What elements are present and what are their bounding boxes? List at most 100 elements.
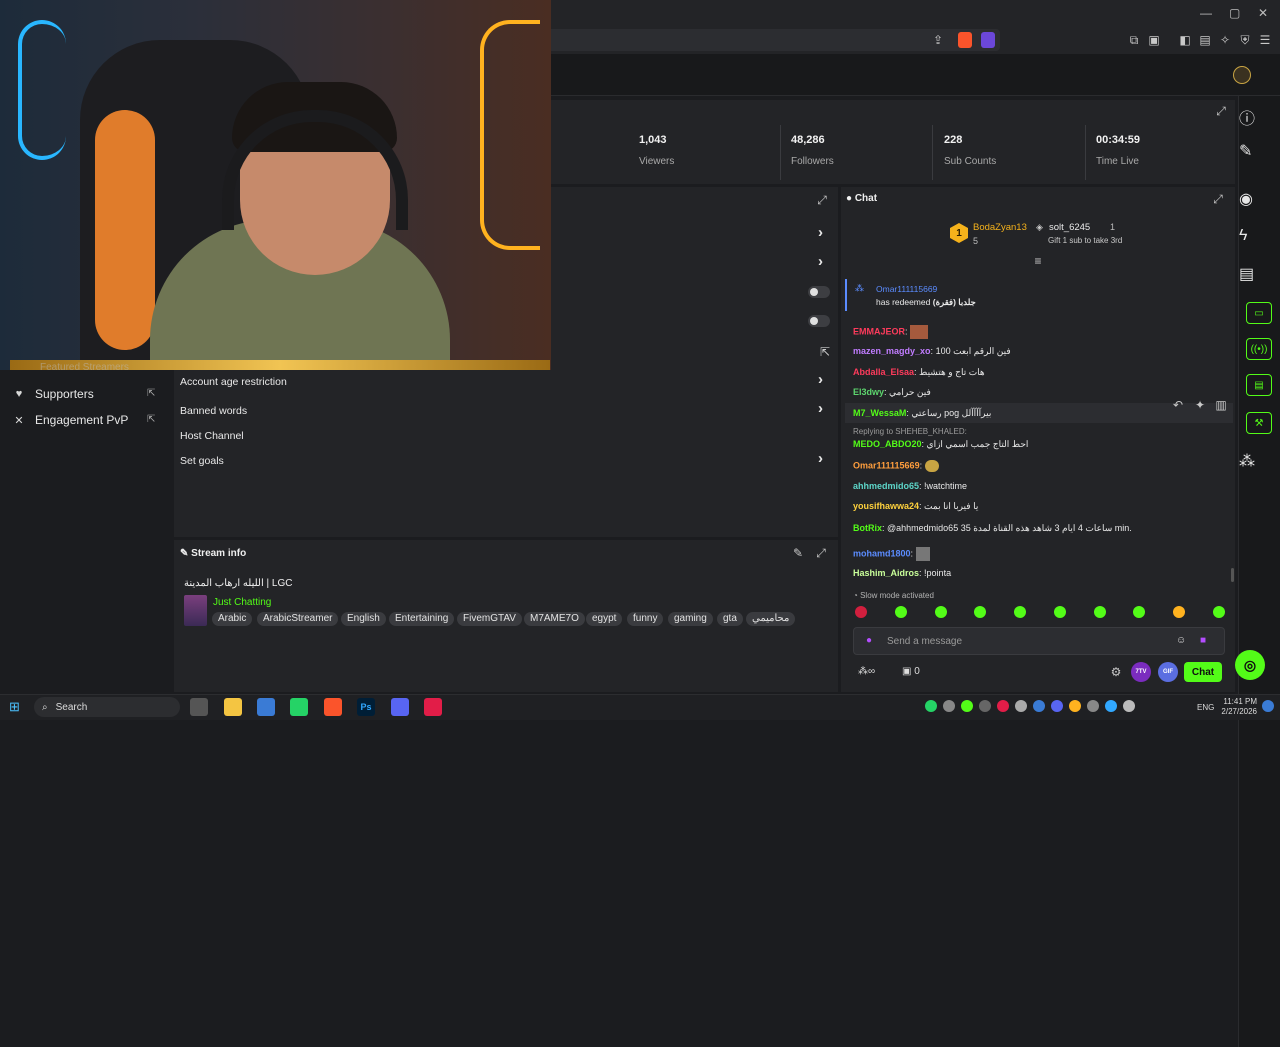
file-explorer-icon[interactable] [224,698,242,716]
tag-chip[interactable]: gta [717,612,743,626]
chevron-right-icon[interactable]: › [818,253,823,270]
delete-icon[interactable]: ▥ [1213,398,1229,412]
gif-button[interactable]: GIF [1158,662,1178,682]
setting-toggle[interactable] [808,315,830,327]
tray-icon[interactable] [1069,700,1081,712]
notification-icon[interactable] [1262,700,1274,712]
emote[interactable] [1053,606,1066,618]
tray-icon[interactable] [997,700,1009,712]
chevron-right-icon[interactable]: › [818,400,823,417]
tray-icon[interactable] [1015,700,1027,712]
tray-icon[interactable] [979,700,991,712]
tag-chip[interactable]: funny [627,612,664,626]
7tv-button[interactable]: 7TV [1131,662,1151,682]
redeem-user[interactable]: Omar111115669 [876,284,937,294]
popout-icon[interactable]: ⇱ [147,414,155,425]
brave-rewards-icon[interactable] [981,32,995,48]
avatar[interactable] [1233,66,1251,84]
expand-icon[interactable]: ⤢ [815,546,827,560]
windows-start-icon[interactable]: ⊞ [9,699,23,714]
send-chat-button[interactable]: Chat [1184,662,1222,682]
external-link-icon[interactable]: ⇱ [818,345,832,359]
tray-icon[interactable] [961,700,973,712]
leo-ai-icon[interactable]: ✧ [1218,33,1232,47]
language-indicator[interactable]: ENG [1197,703,1214,712]
photoshop-icon[interactable]: Ps [357,698,375,716]
wrench-icon[interactable]: ⚒ [1246,412,1272,434]
expand-icon[interactable]: ⤢ [815,193,829,207]
tray-icon[interactable] [1105,700,1117,712]
tray-icon[interactable] [925,700,937,712]
leaderboard-second-name[interactable]: solt_6245 [1049,222,1090,233]
channel-points[interactable]: ▣ 0 [902,666,920,677]
tray-icon[interactable] [1123,700,1135,712]
setting-banned-words[interactable]: Banned words [180,405,247,417]
tag-chip[interactable]: English [341,612,386,626]
gift-sub-prompt[interactable]: Gift 1 sub to take 3rd [1048,236,1122,245]
edit-icon[interactable]: ✎ [792,546,804,560]
expand-icon[interactable]: ⤢ [1213,104,1229,118]
share-icon[interactable]: ⇪ [931,33,945,47]
emote[interactable] [1014,606,1027,618]
chat-scrollbar[interactable] [1231,568,1234,582]
app-icon[interactable] [424,698,442,716]
emote[interactable] [974,606,987,618]
close-button[interactable]: ✕ [1258,6,1268,20]
vpn-icon[interactable]: ⛨ [1238,33,1252,47]
dashboard-icon[interactable]: ▤ [1246,374,1272,396]
microphone-icon[interactable]: ● [866,635,872,646]
discord-icon[interactable] [391,698,409,716]
setting-host-channel[interactable]: Host Channel [180,430,244,442]
share-nodes-icon[interactable]: ⁂ [1238,451,1280,1047]
popout-icon[interactable]: ⇱ [147,388,155,399]
chevron-right-icon[interactable]: › [818,450,823,467]
emote[interactable] [894,606,907,618]
tray-icon[interactable] [1087,700,1099,712]
emote[interactable] [1133,606,1146,618]
wallet-icon[interactable]: ▤ [1198,33,1212,47]
sidebar-toggle-icon[interactable]: ◧ [1178,33,1192,47]
category-thumbnail[interactable] [184,595,207,626]
reply-reference[interactable]: Replying to SHEHEB_KHALED: [853,427,967,436]
leaderboard-first-name[interactable]: BodaZyan13 [973,222,1027,233]
sidebar-item-supporters[interactable]: ♥ Supporters [12,382,94,406]
emote[interactable] [855,606,867,618]
emote[interactable] [1173,606,1186,618]
setting-set-goals[interactable]: Set goals [180,455,224,467]
filter-icon[interactable]: ≡ [1032,254,1044,268]
emote[interactable] [1093,606,1106,618]
settings-gear-icon[interactable]: ⚙ [1110,665,1122,679]
taskbar-search[interactable]: ⌕ Search [34,697,180,717]
brave-browser-icon[interactable] [324,698,342,716]
chevron-right-icon[interactable]: › [818,224,823,241]
clock-date[interactable]: 2/27/2026 [1216,707,1257,716]
broadcast-icon[interactable]: ((•)) [1246,338,1272,360]
chat-input[interactable]: Send a message [887,636,962,647]
setting-account-age[interactable]: Account age restriction [180,376,287,388]
chat-input-box[interactable]: ● Send a message ☺ ■ [853,627,1225,655]
pin-icon[interactable]: ✦ [1192,398,1208,412]
tag-chip[interactable]: M7AME7O [524,612,585,626]
tab-search-icon[interactable]: ▣ [1147,33,1161,47]
menu-icon[interactable]: ☰ [1258,33,1272,47]
sidebar-item-engagement-pvp[interactable]: ✕ Engagement PvP [12,408,128,432]
category-link[interactable]: Just Chatting [213,597,271,608]
extensions-icon[interactable]: ⧉ [1127,33,1141,47]
emote[interactable] [1212,606,1225,618]
chat-toggle-icon[interactable]: ▭ [1246,302,1272,324]
minimize-button[interactable]: — [1200,6,1212,20]
reply-icon[interactable]: ↶ [1170,398,1186,412]
app-icon[interactable] [257,698,275,716]
task-view-icon[interactable] [190,698,208,716]
tag-chip[interactable]: محاميمي [746,612,796,626]
brave-shield-icon[interactable] [958,32,972,48]
clock-time[interactable]: 11:41 PM [1221,697,1257,706]
emote[interactable] [934,606,947,618]
tag-chip[interactable]: egypt [586,612,623,626]
tag-chip[interactable]: gaming [668,612,713,626]
expand-icon[interactable]: ⤢ [1212,192,1224,206]
emote-bar[interactable] [855,606,1225,622]
support-headset-icon[interactable]: ◎ [1235,650,1265,680]
tray-icon[interactable] [943,700,955,712]
tray-icon[interactable] [1033,700,1045,712]
